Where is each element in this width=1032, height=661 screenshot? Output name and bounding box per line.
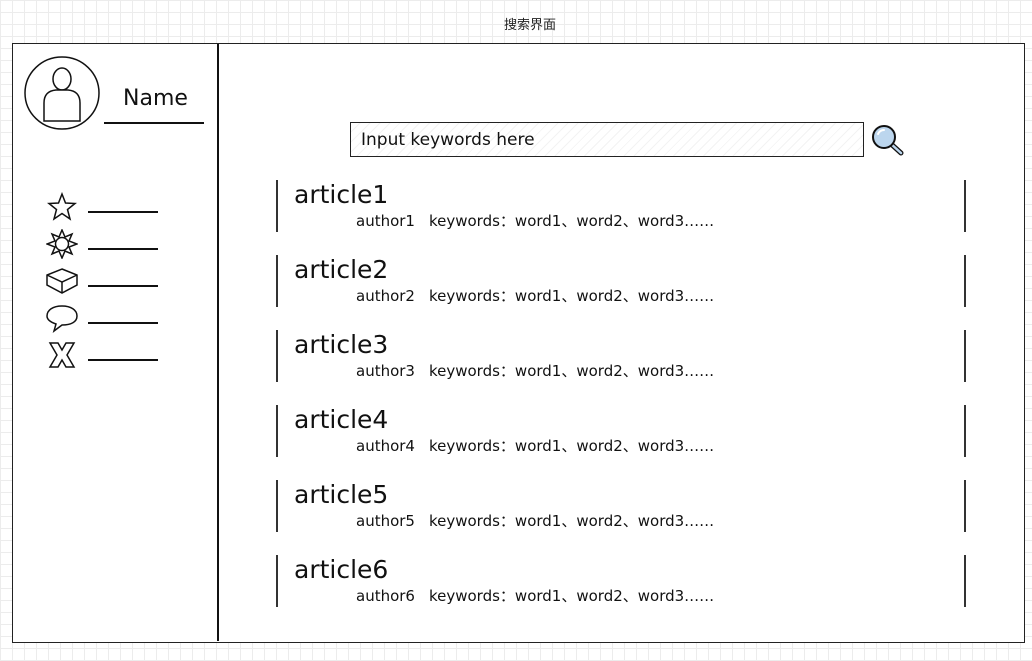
search-input[interactable]: [350, 122, 864, 157]
canvas-title: 搜索界面: [503, 18, 556, 33]
result-title[interactable]: article3: [294, 330, 388, 360]
result-keywords: keywords：word1、word2、word3……: [428, 587, 715, 605]
result-meta: author2 keywords：word1、word2、word3……: [356, 287, 714, 305]
x-icon: [43, 338, 81, 372]
result-title[interactable]: article5: [294, 480, 388, 510]
result-meta: author4 keywords：word1、word2、word3……: [356, 437, 714, 455]
result-author: author1: [356, 212, 415, 230]
result-item[interactable]: article4 author4 keywords：word1、word2、wor…: [276, 405, 966, 457]
nav-line: [88, 322, 158, 324]
sidebar-item-4[interactable]: [43, 301, 163, 335]
result-meta: author6 keywords：word1、word2、word3……: [356, 587, 714, 605]
sun-icon: [43, 227, 81, 261]
result-meta: author5 keywords：word1、word2、word3……: [356, 512, 714, 530]
result-author: author2: [356, 287, 415, 305]
name-underline: [104, 122, 204, 124]
result-meta: author3 keywords：word1、word2、word3……: [356, 362, 714, 380]
result-meta: author1 keywords：word1、word2、word3……: [356, 212, 714, 230]
nav-line: [88, 285, 158, 287]
result-keywords: keywords：word1、word2、word3……: [428, 287, 715, 305]
result-keywords: keywords：word1、word2、word3……: [428, 437, 715, 455]
sidebar-item-1[interactable]: [43, 190, 163, 224]
result-item[interactable]: article2 author2 keywords：word1、word2、wor…: [276, 255, 966, 307]
main-panel: article1 author1 keywords：word1、word2、wor…: [219, 44, 1024, 641]
result-keywords: keywords：word1、word2、word3……: [428, 362, 715, 380]
cube-icon: [43, 264, 81, 298]
result-title[interactable]: article2: [294, 255, 388, 285]
person-avatar-icon[interactable]: [24, 55, 102, 131]
result-author: author3: [356, 362, 415, 380]
chat-bubble-icon: [43, 301, 81, 335]
result-keywords: keywords：word1、word2、word3……: [428, 512, 715, 530]
result-title[interactable]: article4: [294, 405, 388, 435]
search-magnifier-icon[interactable]: [870, 123, 906, 159]
sidebar-item-2[interactable]: [43, 227, 163, 261]
result-item[interactable]: article6 author6 keywords：word1、word2、wor…: [276, 555, 966, 607]
result-item[interactable]: article5 author5 keywords：word1、word2、wor…: [276, 480, 966, 532]
star-icon: [43, 190, 81, 224]
result-item[interactable]: article1 author1 keywords：word1、word2、wor…: [276, 180, 966, 232]
result-item[interactable]: article3 author3 keywords：word1、word2、wor…: [276, 330, 966, 382]
sidebar-item-3[interactable]: [43, 264, 163, 298]
app-window: Name Input keywords here article1 author…: [12, 43, 1025, 643]
result-title[interactable]: article1: [294, 180, 388, 210]
sidebar-item-5[interactable]: [43, 338, 163, 372]
nav-line: [88, 248, 158, 250]
sidebar: Name: [13, 44, 219, 641]
result-title[interactable]: article6: [294, 555, 388, 585]
result-keywords: keywords：word1、word2、word3……: [428, 212, 715, 230]
user-name: Name: [123, 86, 188, 111]
result-author: author4: [356, 437, 415, 455]
nav-line: [88, 359, 158, 361]
result-author: author5: [356, 512, 415, 530]
nav-line: [88, 211, 158, 213]
result-author: author6: [356, 587, 415, 605]
